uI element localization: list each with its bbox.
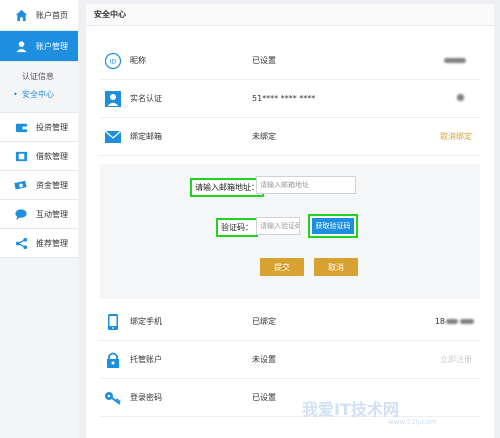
row-status: 已绑定 — [252, 317, 276, 326]
watermark-text: 我爱IT技术网 — [302, 400, 399, 419]
email-input[interactable] — [256, 176, 356, 194]
row-name: 昵称 — [130, 56, 146, 65]
sidebar-item-label: 借款管理 — [36, 151, 68, 161]
sidebar-item-referral[interactable]: 推荐管理 — [0, 229, 78, 258]
security-row-phone: 绑定手机 已绑定 18 — [100, 303, 480, 341]
sidebar-item-label: 账户管理 — [36, 41, 68, 51]
sidebar-item-label: 投资管理 — [36, 122, 68, 132]
security-row-password: 登录密码 已设置 — [100, 379, 480, 417]
mail-icon — [102, 126, 124, 148]
row-name: 托管账户 — [130, 355, 162, 364]
security-row-escrow: 托管账户 未设置 立即注册 — [100, 341, 480, 379]
security-row-real-name: 实名认证 51**** **** **** — [100, 80, 480, 118]
row-status: 已设置 — [252, 56, 276, 65]
sidebar-item-account-management[interactable]: 账户管理 — [0, 31, 78, 62]
get-code-highlight: 获取验证码 — [308, 214, 358, 238]
sidebar-item-label: 推荐管理 — [36, 238, 68, 248]
register-now-link[interactable]: 立即注册 — [440, 354, 472, 365]
security-center-panel: 安全中心 ID 昵称 已设置 实名认证 51**** **** **** 绑定邮… — [86, 4, 494, 438]
submit-button[interactable]: 提交 — [260, 258, 304, 276]
watermark-url: www.52ij.com — [388, 418, 437, 426]
user-group-icon — [14, 39, 28, 53]
sidebar: 账户首页 账户管理 认证信息 安全中心 投资管理 借款管理 资金管理 互动管理 — [0, 0, 78, 438]
row-status: 51**** **** **** — [252, 94, 316, 103]
code-label: 验证码： — [216, 218, 258, 237]
email-bind-form: 请输入邮箱地址： 验证码： 获取验证码 提交 取消 — [100, 164, 480, 299]
chat-icon — [14, 207, 28, 221]
account-submenu: 认证信息 安全中心 — [0, 62, 78, 113]
email-label: 请输入邮箱地址： — [190, 178, 264, 197]
user-icon — [102, 88, 124, 110]
masked-phone: 18 — [435, 317, 474, 326]
svg-text:ID: ID — [110, 58, 117, 65]
security-row-email: 绑定邮箱 未绑定 取消绑定 — [100, 118, 480, 156]
wallet-icon — [14, 120, 28, 134]
cancel-bind-link[interactable]: 取消绑定 — [440, 131, 472, 142]
phone-icon — [102, 311, 124, 333]
sidebar-item-account-home[interactable]: 账户首页 — [0, 0, 78, 31]
sidebar-item-loan[interactable]: 借款管理 — [0, 142, 78, 171]
security-row-nickname: ID 昵称 已设置 — [100, 42, 480, 80]
row-name: 绑定手机 — [130, 317, 162, 326]
share-icon — [14, 236, 28, 250]
row-name: 登录密码 — [130, 393, 162, 402]
row-status: 未设置 — [252, 355, 276, 364]
masked-value — [457, 94, 464, 103]
sidebar-item-funds[interactable]: 资金管理 — [0, 171, 78, 200]
id-icon: ID — [102, 50, 124, 72]
row-name: 绑定邮箱 — [130, 132, 162, 141]
get-code-button[interactable]: 获取验证码 — [312, 218, 354, 234]
sidebar-item-label: 资金管理 — [36, 180, 68, 190]
money-icon — [14, 178, 28, 192]
key-icon — [102, 387, 124, 409]
lock-icon — [102, 349, 124, 371]
masked-value — [444, 56, 466, 65]
home-icon — [14, 8, 28, 22]
row-name: 实名认证 — [130, 94, 162, 103]
sidebar-item-investment[interactable]: 投资管理 — [0, 113, 78, 142]
cancel-button[interactable]: 取消 — [314, 258, 358, 276]
row-status: 未绑定 — [252, 132, 276, 141]
sidebar-item-label: 账户首页 — [36, 10, 68, 20]
code-input[interactable] — [256, 217, 300, 235]
page-title: 安全中心 — [86, 4, 494, 26]
row-status: 已设置 — [252, 393, 276, 402]
sidebar-item-interaction[interactable]: 互动管理 — [0, 200, 78, 229]
film-icon — [14, 149, 28, 163]
submenu-item-security-center[interactable]: 安全中心 — [0, 86, 78, 104]
sidebar-item-label: 互动管理 — [36, 209, 68, 219]
phone-prefix: 18 — [434, 317, 445, 326]
submenu-item-verification[interactable]: 认证信息 — [0, 68, 78, 86]
